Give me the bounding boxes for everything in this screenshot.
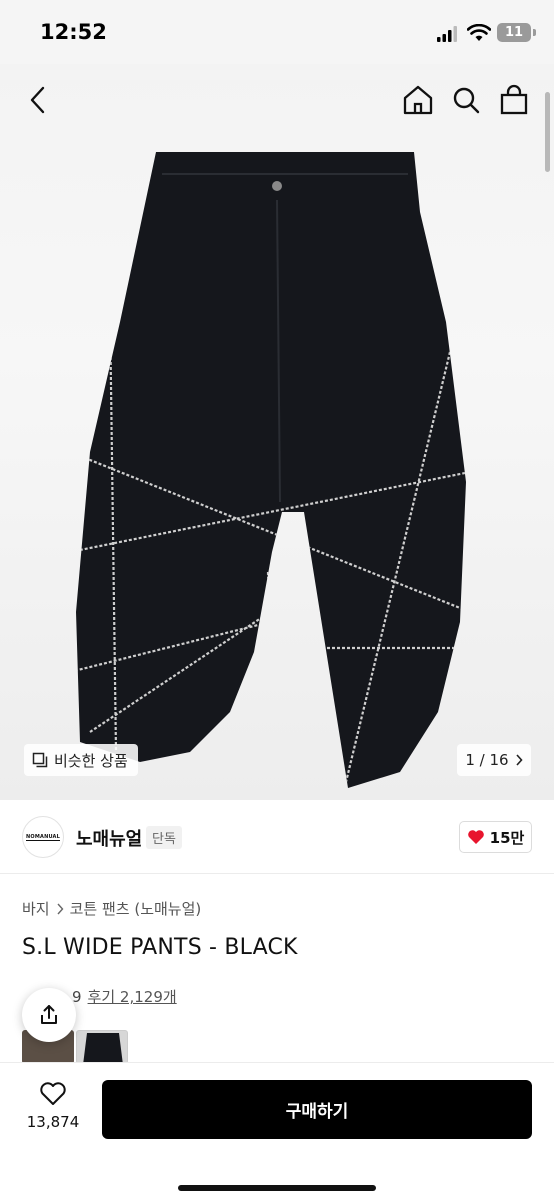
home-indicator — [178, 1185, 376, 1191]
brand-row[interactable]: NOMANUAL 노매뉴얼 단독 15만 — [0, 800, 554, 874]
heart-outline-icon — [40, 1082, 66, 1105]
chevron-right-icon — [516, 754, 523, 766]
product-image-gallery[interactable]: 비슷한 상품 1 / 16 — [0, 64, 554, 800]
cellular-signal-icon — [437, 26, 457, 42]
battery-indicator: 11 — [497, 23, 531, 42]
brand-logo[interactable]: NOMANUAL — [22, 816, 64, 858]
pants-thumbnail-icon — [83, 1033, 123, 1063]
image-page-counter[interactable]: 1 / 16 — [457, 744, 531, 776]
status-time: 12:52 — [40, 20, 107, 44]
battery-tip — [533, 29, 536, 36]
buy-button[interactable]: 구매하기 — [102, 1080, 532, 1139]
brand-like-count: 15만 — [489, 828, 525, 847]
wishlist-count: 13,874 — [26, 1113, 80, 1131]
status-bar: 12:52 11 — [0, 0, 554, 64]
reviews-link[interactable]: 후기 2,129개 — [88, 986, 177, 1007]
similar-products-button[interactable]: 비슷한 상품 — [24, 744, 138, 776]
home-icon[interactable] — [398, 80, 438, 120]
back-icon[interactable] — [18, 80, 58, 120]
scrollbar[interactable] — [545, 92, 550, 172]
share-icon — [41, 1005, 57, 1024]
similar-products-label: 비슷한 상품 — [54, 751, 128, 770]
product-photo — [76, 152, 466, 788]
product-title: S.L WIDE PANTS - BLACK — [22, 935, 298, 960]
wishlist-button[interactable]: 13,874 — [22, 1081, 84, 1141]
breadcrumb-item[interactable]: 코튼 팬츠 (노매뉴얼) — [70, 898, 202, 919]
breadcrumb-item[interactable]: 바지 — [22, 898, 50, 919]
wifi-icon — [467, 24, 491, 41]
shopping-bag-icon[interactable] — [494, 80, 534, 120]
chevron-right-icon — [57, 903, 64, 914]
breadcrumb: 바지 코튼 팬츠 (노매뉴얼) — [22, 898, 201, 919]
page-counter-text: 1 / 16 — [465, 751, 509, 769]
brand-like-button[interactable]: 15만 — [459, 821, 532, 853]
heart-filled-icon — [467, 830, 484, 844]
bottom-action-bar: 13,874 구매하기 — [0, 1062, 554, 1200]
brand-name[interactable]: 노매뉴얼 — [76, 825, 142, 851]
search-icon[interactable] — [446, 80, 486, 120]
share-button[interactable] — [22, 988, 76, 1042]
color-option-thumbnail[interactable] — [76, 1030, 128, 1064]
similar-products-icon — [32, 752, 48, 768]
exclusive-badge: 단독 — [146, 826, 182, 849]
